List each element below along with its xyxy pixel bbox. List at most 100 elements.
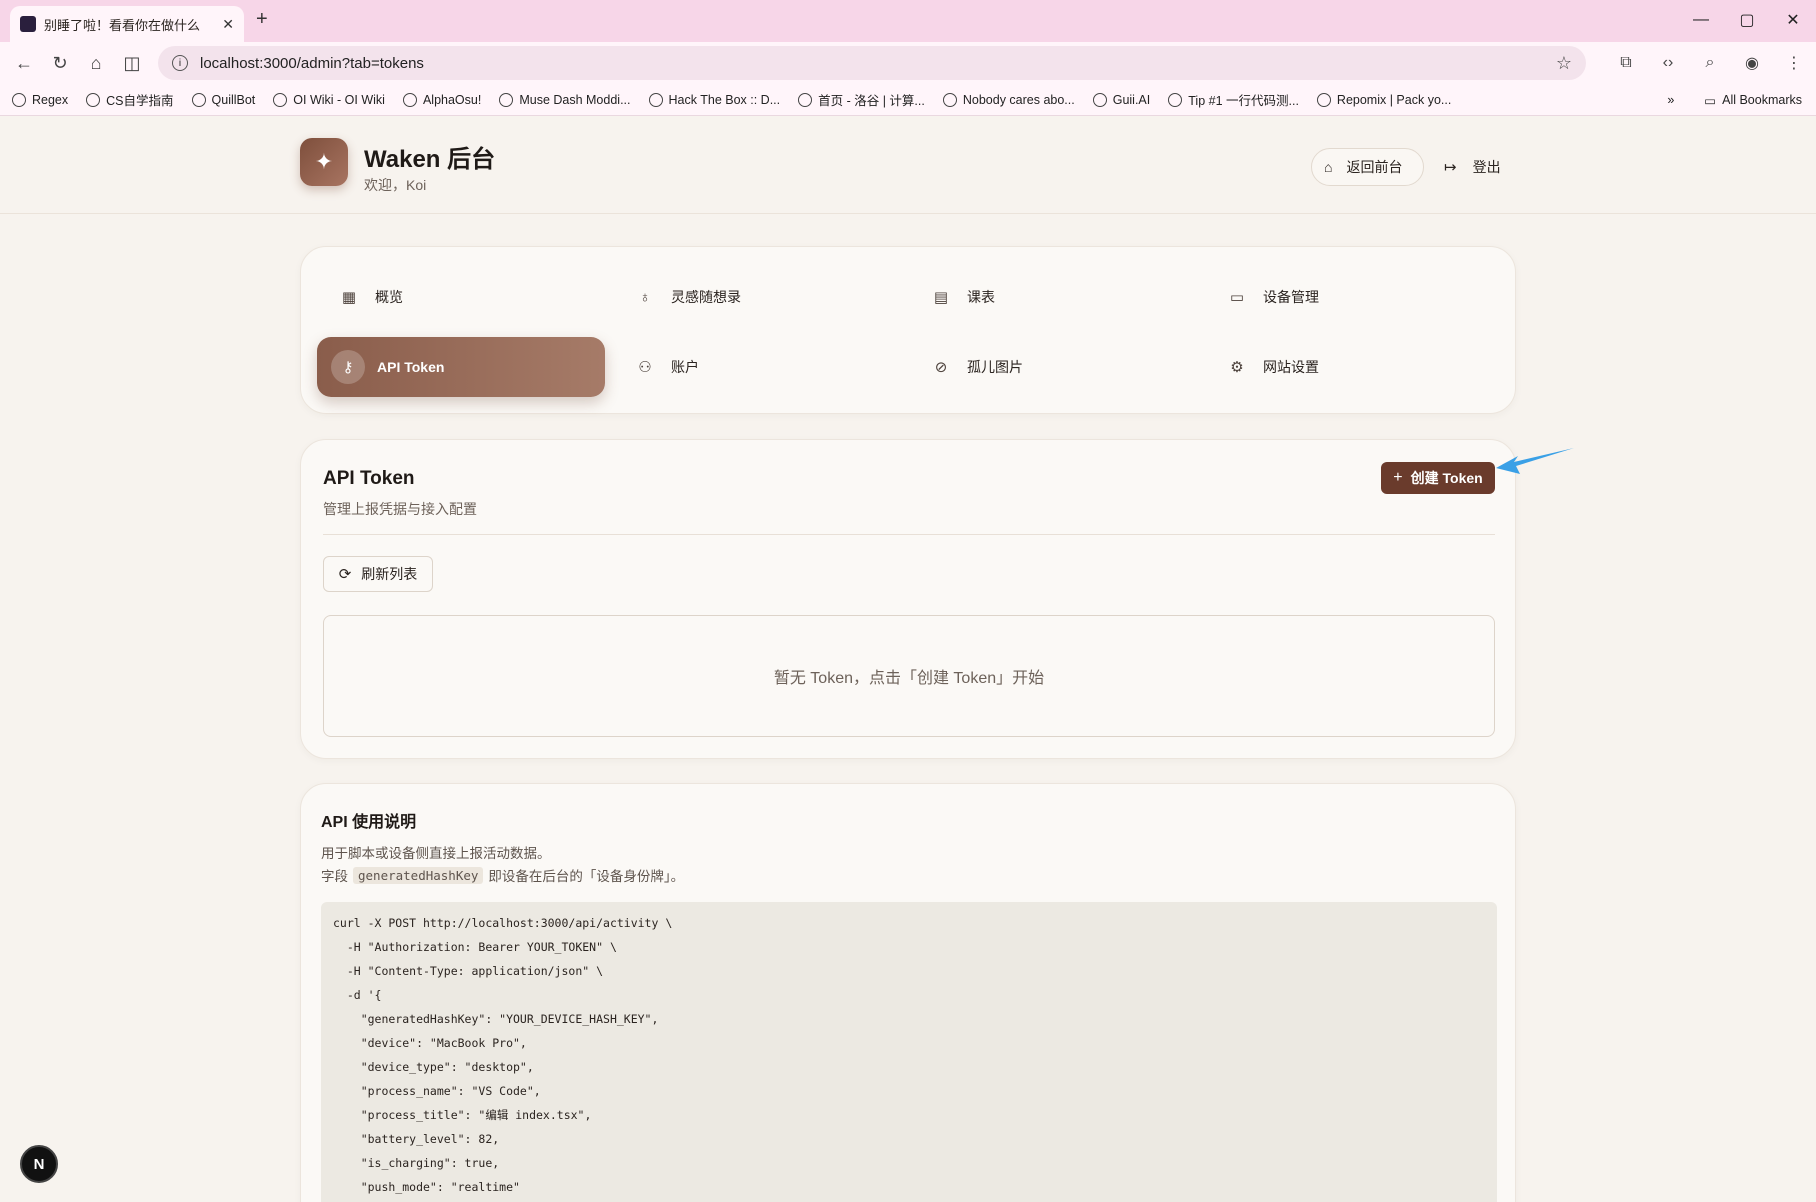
create-token-button[interactable]: + 创建 Token: [1381, 462, 1495, 494]
bookmarks-bar: Regex CS自学指南 QuillBot OI Wiki - OI Wiki …: [0, 84, 1816, 116]
code-line: -d '{: [333, 988, 382, 1002]
house-icon: ⌂: [1324, 159, 1333, 175]
api-usage-description: 用于脚本或设备侧直接上报活动数据。: [321, 846, 551, 861]
close-tab-icon[interactable]: ✕: [222, 16, 234, 33]
bookmark-item[interactable]: Repomix | Pack yo...: [1316, 92, 1451, 107]
bookmark-item[interactable]: CS自学指南: [86, 90, 174, 109]
magic-wand-logo-icon: ✦: [300, 138, 348, 186]
empty-text: 暂无 Token，点击「创建 Token」开始: [773, 670, 1045, 687]
api-usage-field-note: 字段 generatedHashKey 即设备在后台的「设备身份牌」。: [321, 866, 685, 884]
extensions-icon[interactable]: ⧉: [1608, 46, 1644, 80]
bookmark-item[interactable]: AlphaOsu!: [402, 92, 481, 107]
calendar-icon: ▤: [933, 289, 949, 306]
nav-item-inspirations[interactable]: ♁ 灵感随想录: [613, 267, 901, 327]
tab-title: 别睡了啦！看看你在做什么: [44, 17, 201, 33]
reload-icon[interactable]: ↻: [42, 45, 78, 81]
code-line: "process_title": "编辑 index.tsx",: [333, 1108, 592, 1122]
new-tab-icon[interactable]: +: [256, 8, 268, 31]
bookmark-favicon-icon: [648, 92, 663, 107]
devtools-icon[interactable]: ‹›: [1650, 46, 1686, 80]
bookmark-favicon-icon: [499, 92, 514, 107]
code-line: "battery_level": 82,: [333, 1132, 500, 1146]
section-title: API Token: [323, 468, 415, 489]
gear-icon: ⚙: [1230, 359, 1244, 376]
nav-item-schedule[interactable]: ▤ 课表: [909, 267, 1197, 327]
welcome-text: 欢迎，Koi: [364, 177, 427, 193]
divider: [323, 534, 1495, 535]
url-text: localhost:3000/admin?tab=tokens: [200, 54, 424, 72]
logout-button[interactable]: ↦ 登出: [1444, 148, 1501, 186]
lightbulb-icon: ♁: [639, 288, 651, 306]
bookmark-favicon-icon: [12, 92, 26, 107]
code-line: "push_mode": "realtime": [333, 1180, 520, 1194]
bookmark-item[interactable]: QuillBot: [191, 92, 255, 107]
section-subtitle: 管理上报凭据与接入配置: [323, 501, 477, 517]
grid-icon: ▦: [341, 289, 357, 306]
key-icon: ⚷: [331, 350, 365, 384]
folder-icon: ▭: [1704, 93, 1717, 108]
bookmark-item[interactable]: Tip #1 一行代码测...: [1168, 90, 1299, 109]
annotation-arrow-icon: [1496, 448, 1574, 474]
code-line: "process_name": "VS Code",: [333, 1084, 541, 1098]
menu-icon[interactable]: ⋮: [1776, 46, 1812, 80]
api-token-card: API Token 管理上报凭据与接入配置 + 创建 Token ⟳ 刷新列表 …: [300, 439, 1516, 759]
code-line: -H "Authorization: Bearer YOUR_TOKEN" \: [333, 940, 617, 954]
back-to-frontend-button[interactable]: ⌂ 返回前台: [1311, 148, 1424, 186]
nextjs-dev-badge[interactable]: N: [20, 1145, 58, 1183]
split-view-icon[interactable]: ◫: [114, 45, 150, 81]
browser-tab-bar: 别睡了啦！看看你在做什么 ✕ + — ▢ ✕: [0, 0, 1816, 42]
api-usage-card: API 使用说明 用于脚本或设备侧直接上报活动数据。 字段 generatedH…: [300, 783, 1516, 1202]
code-line: -H "Content-Type: application/json" \: [333, 964, 604, 978]
home-icon[interactable]: ⌂: [78, 45, 114, 81]
tab-favicon-icon: [20, 16, 36, 32]
bookmark-favicon-icon: [1092, 92, 1107, 107]
site-info-icon[interactable]: i: [172, 55, 188, 71]
profile-avatar[interactable]: ◉: [1734, 46, 1770, 80]
code-block[interactable]: curl -X POST http://localhost:3000/api/a…: [321, 902, 1497, 1202]
app-title: Waken 后台: [364, 146, 496, 173]
code-line: "device": "MacBook Pro",: [333, 1036, 527, 1050]
bookmark-favicon-icon: [942, 92, 957, 107]
nav-item-orphan-images[interactable]: ⊘ 孤儿图片: [909, 337, 1197, 397]
bookmark-item[interactable]: Hack The Box :: D...: [648, 92, 780, 107]
refresh-list-button[interactable]: ⟳ 刷新列表: [323, 556, 433, 592]
back-icon[interactable]: ←: [6, 45, 42, 81]
minimize-icon[interactable]: —: [1678, 0, 1724, 40]
nav-item-account[interactable]: ⚇ 账户: [613, 337, 901, 397]
search-tab-icon[interactable]: ⌕: [1692, 46, 1728, 80]
all-bookmarks[interactable]: All Bookmarks: [1722, 93, 1802, 107]
code-line: "is_charging": true,: [333, 1156, 500, 1170]
code-line: "device_type": "desktop",: [333, 1060, 534, 1074]
bookmark-item[interactable]: Regex: [12, 92, 68, 107]
bookmark-star-icon[interactable]: ☆: [1556, 53, 1572, 74]
nav-item-site-settings[interactable]: ⚙ 网站设置: [1205, 337, 1493, 397]
bookmark-item[interactable]: OI Wiki - OI Wiki: [273, 92, 385, 107]
bookmark-favicon-icon: [402, 92, 417, 107]
plus-icon: +: [1393, 469, 1403, 486]
admin-nav-card: ▦ 概览 ♁ 灵感随想录 ▤ 课表 ▭ 设备管理 ⚷ API Token ⚇ 账户 ⊘ 孤儿图…: [300, 246, 1516, 414]
window-controls: — ▢ ✕: [1678, 0, 1816, 40]
bookmark-item[interactable]: Muse Dash Moddi...: [499, 92, 631, 107]
bookmark-favicon-icon: [273, 92, 288, 107]
image-off-icon: ⊘: [934, 359, 948, 376]
nav-item-overview[interactable]: ▦ 概览: [317, 267, 605, 327]
refresh-icon: ⟳: [338, 566, 352, 583]
more-bookmarks-icon[interactable]: »: [1667, 93, 1674, 107]
bookmark-favicon-icon: [798, 92, 813, 107]
browser-tab[interactable]: 别睡了啦！看看你在做什么 ✕: [10, 6, 244, 42]
inline-code: generatedHashKey: [353, 866, 484, 884]
nav-item-api-token[interactable]: ⚷ API Token: [317, 337, 605, 397]
maximize-icon[interactable]: ▢: [1724, 0, 1770, 40]
close-window-icon[interactable]: ✕: [1770, 0, 1816, 40]
address-bar[interactable]: i localhost:3000/admin?tab=tokens ☆: [158, 46, 1586, 80]
bookmark-favicon-icon: [1316, 92, 1331, 107]
empty-token-state: 暂无 Token，点击「创建 Token」开始: [323, 615, 1495, 737]
browser-toolbar: ← ↻ ⌂ ◫ i localhost:3000/admin?tab=token…: [0, 42, 1816, 84]
bookmark-item[interactable]: Nobody cares abo...: [942, 92, 1075, 107]
bookmark-item[interactable]: Guii.AI: [1092, 92, 1150, 107]
bookmark-item[interactable]: 首页 - 洛谷 | 计算...: [798, 90, 925, 109]
logout-icon: ↦: [1444, 159, 1457, 176]
nav-item-devices[interactable]: ▭ 设备管理: [1205, 267, 1493, 327]
app-header: ✦ Waken 后台 欢迎，Koi ⌂ 返回前台 ↦ 登出: [0, 117, 1816, 214]
bookmark-favicon-icon: [1168, 92, 1183, 107]
